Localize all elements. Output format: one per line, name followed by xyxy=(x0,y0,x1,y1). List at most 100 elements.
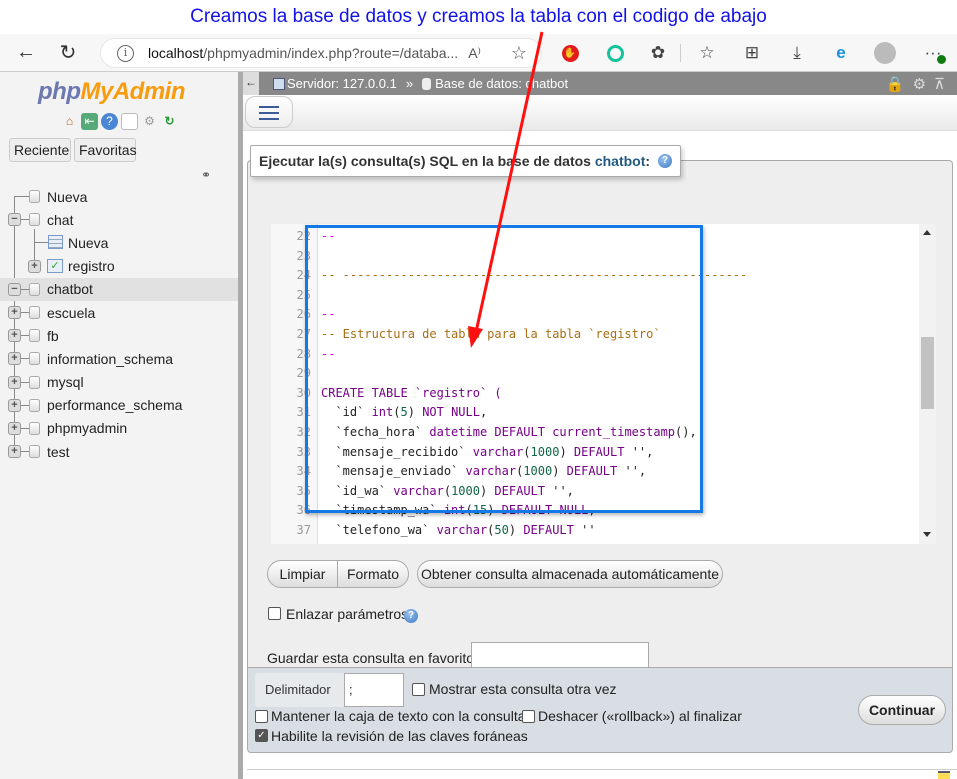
annotation-highlight-box xyxy=(305,225,703,513)
more-icon[interactable]: ··· xyxy=(918,38,948,68)
profile-icon[interactable] xyxy=(870,38,900,68)
tree-label: registro xyxy=(68,258,115,275)
database-icon xyxy=(29,445,40,459)
expand-icon[interactable]: + xyxy=(28,259,41,273)
collapse-icon[interactable]: − xyxy=(8,213,21,227)
topbar-icons: 🔒 ⚙ ⊼ xyxy=(886,75,945,93)
console-icon[interactable] xyxy=(938,771,950,779)
tree-label: chatbot xyxy=(47,281,93,298)
tree-item-information-schema[interactable]: + information_schema xyxy=(0,347,238,370)
tree-item-mysql[interactable]: + mysql xyxy=(0,371,238,394)
expand-icon[interactable]: + xyxy=(8,305,21,319)
tree-item-test[interactable]: + test xyxy=(0,440,238,463)
editor-scrollbar[interactable] xyxy=(919,224,936,544)
tree-label: information_schema xyxy=(47,350,174,367)
tree-item-escuela[interactable]: + escuela xyxy=(0,301,238,324)
back-button[interactable]: ← xyxy=(10,37,42,69)
tree-line xyxy=(21,335,29,337)
database-icon xyxy=(422,77,432,90)
show-query-checkbox[interactable] xyxy=(412,683,425,696)
tree-item-phpmyadmin[interactable]: + phpmyadmin xyxy=(0,417,238,440)
docs-icon[interactable] xyxy=(121,113,138,130)
expand-icon[interactable]: + xyxy=(8,398,21,412)
database-icon xyxy=(29,375,40,389)
tree-item-new-table[interactable]: Nueva xyxy=(0,231,238,254)
tree-item-registro[interactable]: + ✓ registro xyxy=(0,255,238,278)
scroll-down-icon[interactable] xyxy=(923,532,931,537)
add-favorite-icon[interactable]: ☆ xyxy=(511,43,527,64)
lock-icon[interactable]: 🔒 xyxy=(886,75,905,93)
fk-checks-label: Habilite la revisión de las claves forán… xyxy=(271,728,528,744)
continue-button[interactable]: Continuar xyxy=(858,695,946,725)
scroll-up-icon[interactable] xyxy=(923,230,931,235)
code-token: '' xyxy=(573,523,596,537)
read-aloud-icon[interactable]: A⁾ xyxy=(468,45,481,62)
home-icon[interactable]: ⌂ xyxy=(61,113,78,130)
tree-item-performance-schema[interactable]: + performance_schema xyxy=(0,394,238,417)
ie-mode-icon[interactable]: e xyxy=(826,38,856,68)
clear-button[interactable]: Limpiar xyxy=(267,560,338,588)
arrow-left-icon: ← xyxy=(16,41,36,63)
expand-icon[interactable]: + xyxy=(8,445,21,459)
tree-item-fb[interactable]: + fb xyxy=(0,324,238,347)
tree-label: phpmyadmin xyxy=(47,420,128,437)
collections-icon[interactable]: ⊞ xyxy=(737,38,767,68)
extensions-icon[interactable]: ✿ xyxy=(643,38,673,68)
bind-parameters-label: Enlazar parámetros xyxy=(286,606,409,622)
code-text: `telefono_wa` varchar(50) DEFAULT '' xyxy=(321,521,596,541)
tree-line xyxy=(21,381,29,383)
tree-line xyxy=(21,311,29,313)
downloads-icon[interactable]: ⤓ xyxy=(782,38,812,68)
sql-options-footer: Delimitador ; Mostrar esta consulta otra… xyxy=(247,667,953,753)
scroll-top-icon[interactable]: ⊼ xyxy=(934,75,945,93)
logo-myadmin: MyAdmin xyxy=(80,78,185,105)
reload-icon: ↻ xyxy=(59,42,77,64)
delimiter-input[interactable]: ; xyxy=(344,673,404,707)
phpmyadmin-logo[interactable]: phpMyAdmin xyxy=(38,78,185,106)
settings-icon[interactable]: ⚙ xyxy=(141,113,158,130)
bind-parameters-checkbox[interactable] xyxy=(268,607,281,620)
hamburger-icon xyxy=(259,112,279,114)
help-icon[interactable]: ? xyxy=(404,609,418,623)
collapse-sidebar-button[interactable]: ← xyxy=(243,72,259,95)
code-line: 37 `telefono_wa` varchar(50) DEFAULT '' xyxy=(271,521,911,541)
retain-box-label: Mantener la caja de texto con la consult… xyxy=(271,708,526,724)
link-icon[interactable]: ⚭ xyxy=(201,168,211,182)
grammarly-icon[interactable] xyxy=(600,38,630,68)
expand-icon[interactable]: + xyxy=(8,421,21,435)
site-info-icon[interactable]: i xyxy=(117,44,134,62)
help-icon[interactable]: ? xyxy=(101,113,118,130)
tree-item-new-db[interactable]: Nueva xyxy=(0,185,238,208)
recent-tab[interactable]: Reciente xyxy=(9,138,71,162)
fk-checks-checkbox[interactable]: ✓ xyxy=(255,729,268,742)
expand-icon[interactable]: + xyxy=(8,329,21,343)
tree-item-chatbot[interactable]: − chatbot xyxy=(0,277,238,301)
tree-label: mysql xyxy=(47,374,84,391)
adblock-icon[interactable]: ✋ xyxy=(555,38,585,68)
favorites-icon[interactable]: ☆ xyxy=(692,38,722,68)
legend-suffix: : xyxy=(645,153,651,169)
collapse-icon[interactable]: − xyxy=(8,282,21,296)
settings-icon[interactable]: ⚙ xyxy=(913,75,926,93)
breadcrumb-server[interactable]: Servidor: 127.0.0.1 xyxy=(287,76,397,91)
breadcrumb-database[interactable]: Base de datos: chatbot xyxy=(435,76,568,91)
expand-icon[interactable]: + xyxy=(8,375,21,389)
menu-button[interactable] xyxy=(245,96,293,128)
expand-icon[interactable]: + xyxy=(8,352,21,366)
address-bar[interactable]: i localhost/phpmyadmin/index.php?route=/… xyxy=(100,38,542,68)
reload-icon[interactable]: ↻ xyxy=(161,113,178,130)
tree-item-chat[interactable]: − chat xyxy=(0,208,238,231)
retain-box-checkbox[interactable] xyxy=(255,710,268,723)
logout-icon[interactable]: ⇤ xyxy=(81,113,98,130)
get-autosaved-query-button[interactable]: Obtener consulta almacenada automáticame… xyxy=(417,560,723,588)
favorites-tab[interactable]: Favoritas xyxy=(74,138,137,162)
sql-legend: Ejecutar la(s) consulta(s) SQL en la bas… xyxy=(250,145,682,177)
format-button[interactable]: Formato xyxy=(337,560,409,588)
database-icon xyxy=(29,305,40,319)
rollback-checkbox[interactable] xyxy=(522,710,535,723)
menu-bar xyxy=(243,95,957,131)
help-icon[interactable]: ? xyxy=(658,154,673,168)
reload-button[interactable]: ↻ xyxy=(52,37,84,69)
scrollbar-thumb[interactable] xyxy=(921,337,934,409)
delimiter-label: Delimitador xyxy=(255,673,345,707)
